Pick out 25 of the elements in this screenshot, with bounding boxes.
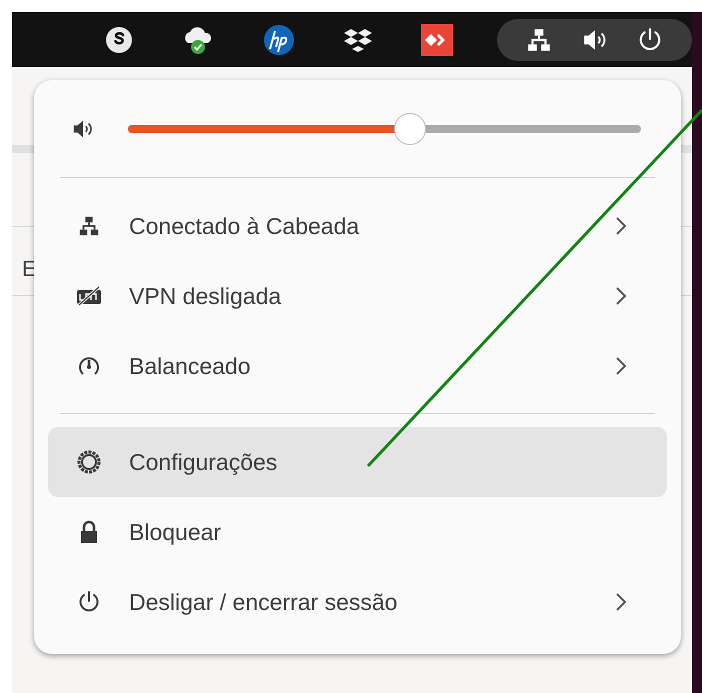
menu-item-label: Bloquear (129, 518, 222, 547)
menu-item[interactable]: Balanceado (48, 331, 667, 401)
power-icon (637, 26, 663, 52)
menu-item-label: Configurações (129, 448, 278, 477)
menu-item[interactable]: Bloquear (48, 497, 667, 567)
menu-item[interactable]: Desligar / encerrar sessão (48, 567, 667, 637)
network-icon (78, 215, 100, 237)
network-icon (526, 26, 552, 52)
settings-icon (76, 449, 102, 475)
menu-item-label: Desligar / encerrar sessão (129, 588, 398, 617)
vpn-off-icon (76, 285, 102, 307)
system-status-button[interactable] (497, 18, 692, 60)
volume-slider[interactable] (128, 113, 641, 145)
volume-icon (72, 118, 94, 140)
menu-item[interactable]: Conectado à Cabeada (48, 191, 667, 261)
hp-logo-icon[interactable] (263, 24, 295, 56)
skype-icon[interactable] (105, 26, 133, 54)
menu-item[interactable]: VPN desligada (48, 261, 667, 331)
menu-item-label: Balanceado (129, 352, 252, 381)
lock-icon (78, 520, 100, 544)
power-icon (77, 590, 101, 614)
anydesk-icon[interactable] (421, 24, 453, 56)
menu-item-label: VPN desligada (129, 282, 282, 311)
menu-item-label: Conectado à Cabeada (129, 212, 360, 241)
menu-item[interactable]: Configurações (48, 427, 667, 497)
